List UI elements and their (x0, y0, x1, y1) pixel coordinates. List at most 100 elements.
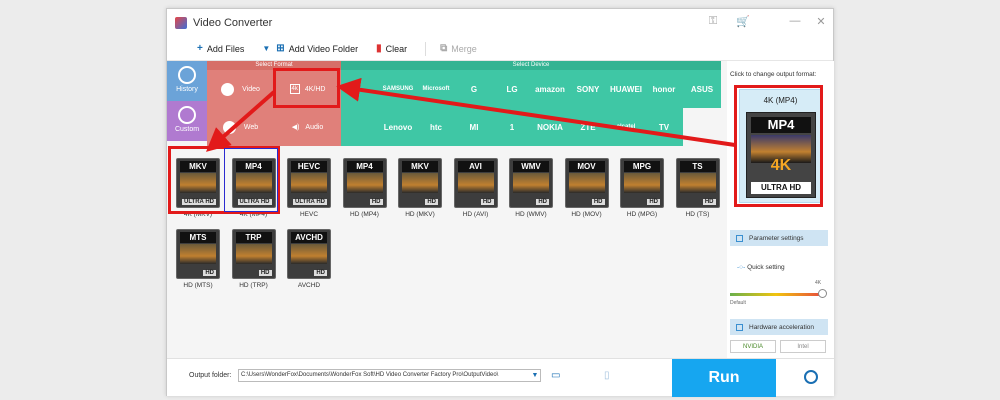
device-brand-samsung[interactable]: SAMSUNG (379, 70, 417, 108)
history-button[interactable]: History (167, 61, 207, 101)
hardware-acceleration-button[interactable]: Hardware acceleration (730, 319, 828, 335)
device-brand-icon0[interactable] (341, 70, 379, 108)
device-brand-honor[interactable]: honor (645, 70, 683, 108)
minimize-button[interactable]: — (787, 15, 803, 27)
format-item[interactable]: TS HD HD (TS) (673, 158, 723, 228)
nvidia-toggle[interactable]: NVIDIA (730, 340, 776, 353)
quality-slider[interactable] (730, 293, 822, 296)
format-thumb-scene (180, 173, 216, 193)
video-format-icon: HEVC ULTRA HD (287, 158, 331, 208)
format-item[interactable]: TRP HD HD (TRP) (229, 229, 279, 299)
format-item[interactable]: MPG HD HD (MPG) (617, 158, 667, 228)
device-brand-lenovo[interactable]: Lenovo (379, 108, 417, 146)
intel-toggle[interactable]: Intel (780, 340, 826, 353)
format-badge: ULTRA HD (182, 199, 216, 205)
format-badge: HD (203, 270, 216, 276)
device-brand-microsoft[interactable]: Microsoft (417, 70, 455, 108)
add-video-folder-button[interactable]: ⊞ Add Video Folder (276, 43, 358, 54)
chip-icon (736, 323, 743, 331)
device-brand-zte[interactable]: ZTE (569, 108, 607, 146)
format-caption: HD (TS) (685, 211, 710, 218)
device-brand-icon0[interactable] (341, 108, 379, 146)
clear-label: Clear (385, 43, 408, 54)
output-format-preview[interactable]: 4K (MP4) MP4 4K ULTRA HD (739, 89, 822, 203)
custom-button[interactable]: Custom (167, 101, 207, 141)
quality-slider-knob[interactable] (818, 289, 827, 298)
format-badge: HD (536, 199, 549, 205)
folder-plus-icon: ⊞ (276, 43, 285, 54)
format-caption: AVCHD (297, 282, 321, 289)
format-thumb-scene (291, 244, 327, 264)
format-tag: MPG (624, 161, 660, 172)
format-tag: MKV (180, 161, 216, 172)
device-brand-alcatel[interactable]: alcatel (607, 108, 645, 146)
format-item[interactable]: HEVC ULTRA HD HEVC (284, 158, 334, 228)
video-format-icon: AVI HD (453, 158, 498, 208)
add-files-button[interactable]: + Add Files (197, 43, 244, 54)
select-format-header: Select Format (207, 61, 341, 70)
close-button[interactable]: ✕ (813, 15, 829, 28)
output-panel: Click to change output format: 4K (MP4) … (727, 61, 834, 358)
format-caption: HD (MKV) (405, 211, 435, 218)
device-brand-g[interactable]: G (455, 70, 493, 108)
device-brand-htc[interactable]: htc (417, 108, 455, 146)
video-format-icon: TS HD (675, 158, 720, 208)
format-item[interactable]: MKV HD HD (MKV) (395, 158, 445, 228)
gear-icon (178, 106, 196, 124)
key-icon[interactable]: ⚿ (705, 15, 721, 28)
history-label: History (176, 86, 198, 93)
format-item[interactable]: AVI HD HD (AVI) (451, 158, 501, 228)
format-item[interactable]: WMV HD HD (WMV) (506, 158, 556, 228)
video-format-icon: MTS HD (176, 229, 220, 279)
format-badge: HD (258, 270, 272, 276)
device-brand-sony[interactable]: SONY (569, 70, 607, 108)
speaker-icon: ◀) (291, 124, 300, 131)
video-format-icon: MPG HD (620, 158, 664, 208)
device-brand-1[interactable]: 1 (493, 108, 531, 146)
format-tag: TRP (235, 232, 272, 243)
format-caption: HD (WMV) (515, 211, 547, 218)
run-button[interactable]: Run (672, 359, 776, 397)
device-brand-huawei[interactable]: HUAWEI (607, 70, 645, 108)
4k-icon: 4k (289, 84, 300, 94)
alarm-clock-icon[interactable] (804, 370, 818, 384)
device-brand-nokia[interactable]: NOKIA (531, 108, 569, 146)
format-tag: AVCHD (291, 232, 327, 243)
clear-button[interactable]: ▮ Clear (376, 43, 407, 54)
merge-button[interactable]: ⧉ Merge (440, 43, 477, 54)
format-item[interactable]: AVCHD HD AVCHD (284, 229, 334, 299)
chrome-icon (222, 120, 236, 134)
format-item[interactable]: MOV HD HD (MOV) (562, 158, 612, 228)
format-video-tab[interactable]: Video (207, 70, 274, 108)
clock-icon (178, 66, 196, 84)
format-tag: TS (679, 161, 716, 172)
device-brand-lg[interactable]: LG (493, 70, 531, 108)
format-item[interactable]: MTS HD HD (MTS) (173, 229, 223, 299)
device-brand-amazon[interactable]: amazon (531, 70, 569, 108)
device-brand-tv[interactable]: TV (645, 108, 683, 146)
selected-format-label: 4K (MP4) (763, 96, 798, 105)
hardware-acceleration-label: Hardware acceleration (749, 323, 815, 331)
format-web-tab[interactable]: Web (207, 108, 274, 146)
format-item[interactable]: MP4 HD HD (MP4) (340, 158, 390, 228)
cart-icon[interactable]: 🛒 (735, 15, 751, 28)
dropdown-icon[interactable]: ▼ (262, 44, 270, 53)
device-brand-mi[interactable]: MI (455, 108, 493, 146)
format-badge: HD (480, 199, 494, 205)
format-audio-tab[interactable]: ◀) Audio (274, 108, 341, 146)
video-format-icon: AVCHD HD (287, 229, 331, 279)
browse-folder-icon[interactable]: ▯ (604, 370, 610, 381)
selected-item-outline (224, 148, 278, 212)
output-folder-input[interactable]: C:\Users\WonderFox\Documents\WonderFox S… (238, 369, 541, 382)
parameter-settings-button[interactable]: Parameter settings (730, 230, 828, 246)
open-folder-icon[interactable]: ▭ (551, 370, 560, 381)
format-4khd-tab[interactable]: 4k 4K/HD (274, 70, 341, 108)
format-item[interactable]: MKV ULTRA HD 4K (MKV) (173, 158, 223, 228)
chevron-down-icon[interactable]: ▼ (529, 369, 541, 382)
merge-icon: ⧉ (440, 43, 448, 54)
mp4-4k-icon: MP4 4K ULTRA HD (746, 112, 816, 198)
intel-label: Intel (797, 343, 809, 350)
device-brand-asus[interactable]: ASUS (683, 70, 721, 108)
add-files-label: Add Files (206, 43, 245, 54)
app-logo-icon (175, 17, 187, 29)
